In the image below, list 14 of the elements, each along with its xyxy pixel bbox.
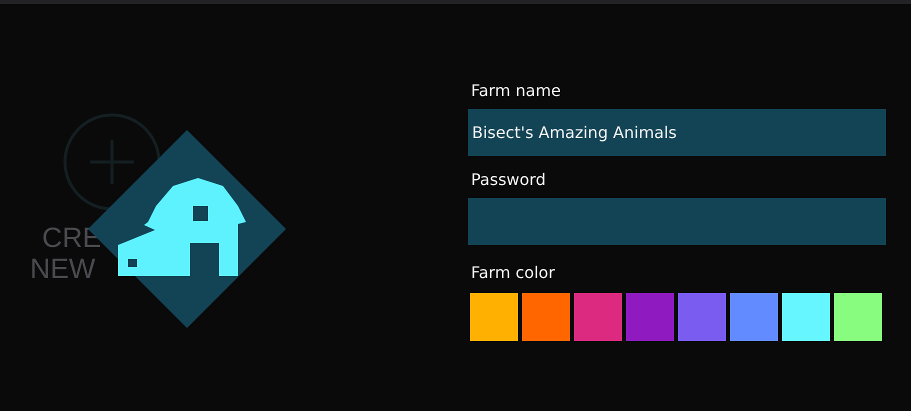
password-label: Password	[471, 170, 547, 190]
color-swatch[interactable]	[834, 293, 882, 341]
color-swatch[interactable]	[626, 293, 674, 341]
color-swatch[interactable]	[678, 293, 726, 341]
create-farm-label: NEW	[30, 253, 96, 284]
color-swatch[interactable]	[574, 293, 622, 341]
farm-color-label: Farm color	[471, 263, 556, 283]
color-swatch[interactable]	[470, 293, 518, 341]
password-field[interactable]	[468, 198, 886, 245]
color-swatch[interactable]	[522, 293, 570, 341]
farm-name-field[interactable]: Bisect's Amazing Animals	[468, 109, 886, 156]
color-swatch[interactable]	[782, 293, 830, 341]
color-swatch[interactable]	[730, 293, 778, 341]
farm-name-label: Farm name	[471, 81, 562, 101]
